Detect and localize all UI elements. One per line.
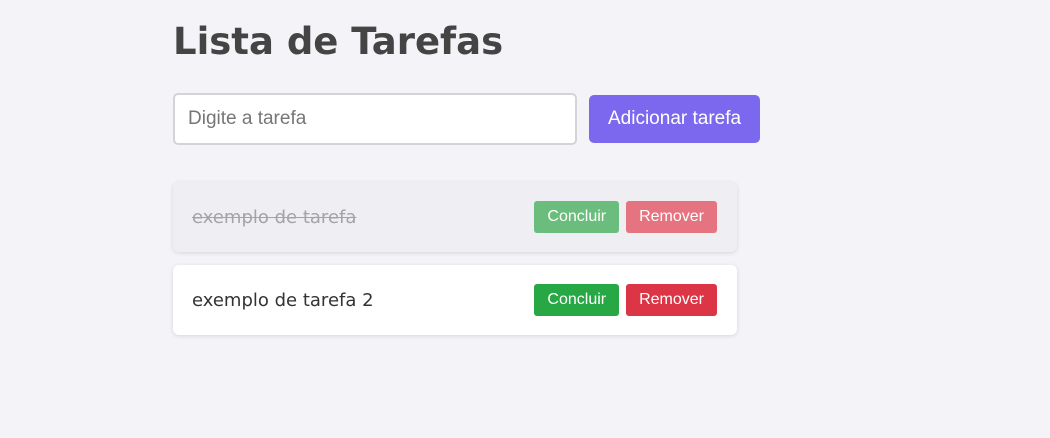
- task-actions: Concluir Remover: [534, 201, 717, 233]
- task-item: exemplo de tarefa Concluir Remover: [173, 182, 737, 252]
- page-title: Lista de Tarefas: [173, 20, 504, 63]
- task-actions: Concluir Remover: [534, 284, 717, 316]
- add-task-button[interactable]: Adicionar tarefa: [589, 95, 761, 143]
- complete-button[interactable]: Concluir: [534, 201, 620, 233]
- remove-button[interactable]: Remover: [626, 284, 717, 316]
- task-text: exemplo de tarefa 2: [192, 289, 374, 311]
- remove-button[interactable]: Remover: [626, 201, 717, 233]
- task-text: exemplo de tarefa: [192, 206, 357, 228]
- complete-button[interactable]: Concluir: [534, 284, 620, 316]
- add-task-form: Adicionar tarefa: [173, 93, 761, 145]
- task-list: exemplo de tarefa Concluir Remover exemp…: [173, 182, 737, 348]
- task-item: exemplo de tarefa 2 Concluir Remover: [173, 265, 737, 335]
- task-input[interactable]: [173, 93, 577, 145]
